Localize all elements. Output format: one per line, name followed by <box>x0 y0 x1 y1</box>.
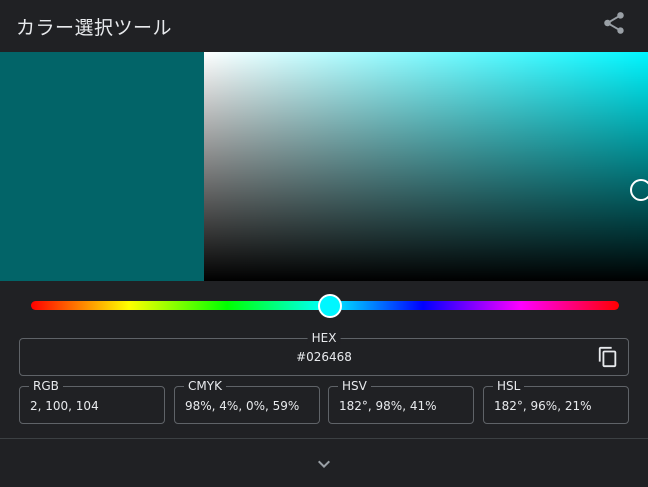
rgb-value[interactable]: 2, 100, 104 <box>30 399 99 413</box>
hex-label: HEX <box>307 331 341 345</box>
page-title: カラー選択ツール <box>16 17 173 39</box>
share-icon[interactable] <box>601 10 627 36</box>
cmyk-value[interactable]: 98%, 4%, 0%, 59% <box>185 399 299 413</box>
value-gradient <box>204 52 648 281</box>
cmyk-field[interactable]: CMYK 98%, 4%, 0%, 59% <box>174 379 320 424</box>
hsv-label: HSV <box>338 379 371 393</box>
chevron-down-icon[interactable] <box>312 452 336 476</box>
hue-slider-handle[interactable] <box>318 294 342 318</box>
saturation-value-handle[interactable] <box>630 179 648 201</box>
cmyk-label: CMYK <box>184 379 226 393</box>
hsl-label: HSL <box>493 379 525 393</box>
hex-value[interactable]: #026468 <box>20 350 628 364</box>
saturation-value-picker[interactable] <box>204 52 648 281</box>
hsl-value[interactable]: 182°, 96%, 21% <box>494 399 592 413</box>
hsv-field[interactable]: HSV 182°, 98%, 41% <box>328 379 474 424</box>
header: カラー選択ツール <box>0 0 648 52</box>
hsv-value[interactable]: 182°, 98%, 41% <box>339 399 437 413</box>
rgb-label: RGB <box>29 379 63 393</box>
divider <box>0 438 648 439</box>
hex-field[interactable]: HEX #026468 <box>19 331 629 376</box>
rgb-field[interactable]: RGB 2, 100, 104 <box>19 379 165 424</box>
color-preview <box>0 52 204 281</box>
hsl-field[interactable]: HSL 182°, 96%, 21% <box>483 379 629 424</box>
copy-icon[interactable] <box>597 346 619 368</box>
